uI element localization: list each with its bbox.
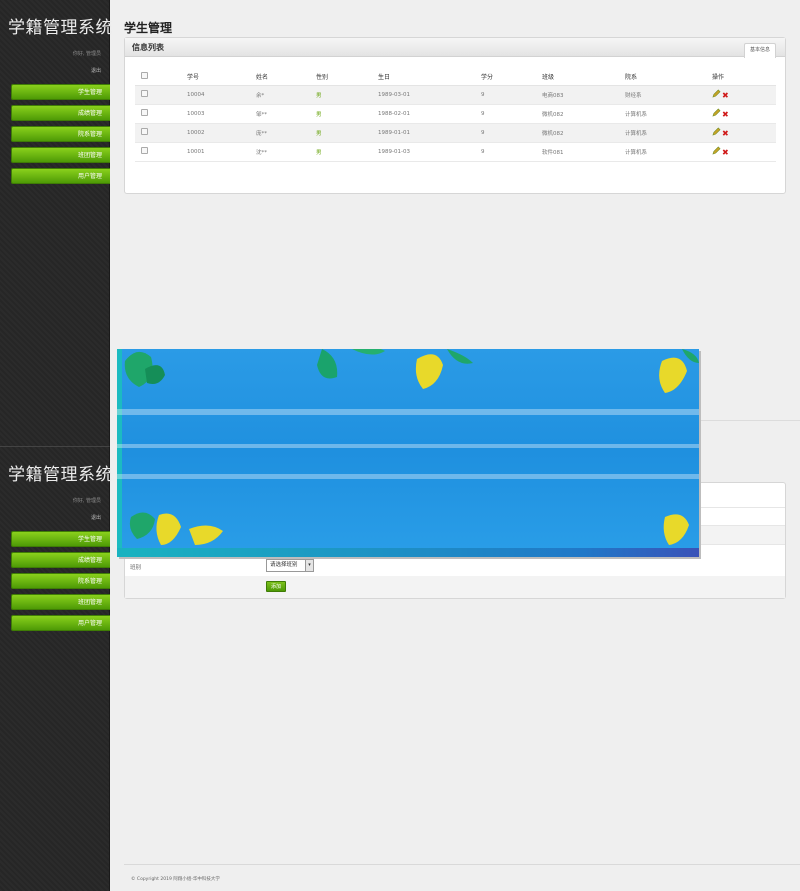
nav-item-grades[interactable]: 成绩管理 [11,105,110,121]
edit-pencil-icon[interactable] [712,127,721,136]
decorative-banner-image [117,349,699,557]
info-list-panel: 信息列表 基本信息 学号 姓名 性别 生日 学分 班级 院系 操作 10004 … [124,37,786,194]
student-id-cell: 10003 [187,104,256,124]
sidebar: 学籍管理系统 你好, 管理员 退出 学生管理 成绩管理 院系管理 班团管理 用户… [0,0,113,446]
add-button[interactable]: 添加 [266,581,287,592]
form-row-class: 班别 请选择班别 ▾ [125,557,785,576]
table-row: 10003 邹** 男 1988-02-01 9 微机082 计算机系 ✖ [135,104,776,124]
class-select-value: 请选择班别 [270,562,298,568]
edit-pencil-icon[interactable] [712,108,721,117]
row-checkbox[interactable] [141,90,148,97]
department-cell: 计算机系 [625,104,712,124]
actions-cell: ✖ [712,123,776,143]
banner-bottom-band [117,548,699,557]
column-header: 生日 [378,68,481,86]
nav-item-departments[interactable]: 院系管理 [11,573,110,589]
department-cell: 计算机系 [625,123,712,143]
divider [699,420,800,421]
sidebar-nav: 学生管理 成绩管理 院系管理 班团管理 用户管理 [0,531,110,631]
class-cell: 微机082 [542,123,625,143]
department-cell: 财经系 [625,85,712,105]
delete-icon[interactable]: ✖ [722,111,729,119]
app-title: 学籍管理系统 [8,18,113,38]
footer-copyright: © Copyright 2019 阿翔小组-华中科技大学 [131,877,220,882]
table-header-row: 学号 姓名 性别 生日 学分 班级 院系 操作 [135,68,776,86]
nav-item-classes[interactable]: 班团管理 [11,594,110,610]
delete-icon[interactable]: ✖ [722,149,729,157]
nav-item-users[interactable]: 用户管理 [11,615,110,631]
nav-item-departments[interactable]: 院系管理 [11,126,110,142]
birthday-cell: 1989-01-01 [378,123,481,143]
column-header: 姓名 [256,68,316,86]
credits-cell: 9 [481,142,542,162]
delete-icon[interactable]: ✖ [722,92,729,100]
class-cell: 软件081 [542,142,625,162]
logout-link[interactable]: 退出 [0,67,109,74]
table-row: 10001 沈** 男 1989-01-03 9 软件081 计算机系 ✖ [135,142,776,162]
table-row: 10002 庞** 男 1989-01-01 9 微机082 计算机系 ✖ [135,123,776,143]
student-id-cell: 10001 [187,142,256,162]
greeting-text: 你好, 管理员 [72,51,101,57]
column-header: 学分 [481,68,542,86]
footer-divider [124,864,800,865]
name-cell: 邹** [256,104,316,124]
student-table: 学号 姓名 性别 生日 学分 班级 院系 操作 10004 余* 男 1989-… [135,68,776,162]
name-cell: 庞** [256,123,316,143]
gender-cell: 男 [316,142,378,162]
edit-pencil-icon[interactable] [712,89,721,98]
column-header: 学号 [187,68,256,86]
name-cell: 沈** [256,142,316,162]
select-all-checkbox[interactable] [141,71,148,79]
credits-cell: 9 [481,123,542,143]
nav-item-grades[interactable]: 成绩管理 [11,552,110,568]
panel-title: 信息列表 [132,43,164,52]
chevron-down-icon: ▾ [305,560,313,571]
gender-cell: 男 [316,123,378,143]
panel-header: 信息列表 基本信息 [125,38,785,58]
sidebar-nav: 学生管理 成绩管理 院系管理 班团管理 用户管理 [0,84,110,184]
delete-icon[interactable]: ✖ [722,130,729,138]
sidebar-duplicate: 学籍管理系统 你好, 管理员 退出 学生管理 成绩管理 院系管理 班团管理 用户… [0,446,113,891]
form-row-actions: 添加 [125,576,785,598]
page-title: 学生管理 [124,21,173,35]
gender-cell: 男 [316,85,378,105]
class-select[interactable]: 请选择班别 ▾ [266,559,314,572]
class-cell: 微机082 [542,104,625,124]
column-header: 性别 [316,68,378,86]
nav-item-students[interactable]: 学生管理 [11,531,110,547]
table-row: 10004 余* 男 1989-03-01 9 电商083 财经系 ✖ [135,85,776,105]
name-cell: 余* [256,85,316,105]
credits-cell: 9 [481,85,542,105]
credits-cell: 9 [481,104,542,124]
class-cell: 电商083 [542,85,625,105]
birthday-cell: 1988-02-01 [378,104,481,124]
class-label: 班别 [130,565,142,571]
birthday-cell: 1989-01-03 [378,142,481,162]
actions-cell: ✖ [712,85,776,105]
app-title: 学籍管理系统 [8,465,113,485]
leaf-decoration-icon [117,349,699,545]
student-id-cell: 10002 [187,123,256,143]
column-header: 院系 [625,68,712,86]
greeting-text: 你好, 管理员 [72,498,101,504]
column-header: 操作 [712,68,776,86]
nav-item-students[interactable]: 学生管理 [11,84,110,100]
actions-cell: ✖ [712,142,776,162]
row-checkbox[interactable] [141,147,148,154]
nav-item-users[interactable]: 用户管理 [11,168,110,184]
tab-basic-info[interactable]: 基本信息 [743,43,776,58]
nav-item-classes[interactable]: 班团管理 [11,147,110,163]
logout-link[interactable]: 退出 [0,514,109,521]
birthday-cell: 1989-03-01 [378,85,481,105]
column-header: 班级 [542,68,625,86]
row-checkbox[interactable] [141,128,148,135]
gender-cell: 男 [316,104,378,124]
edit-pencil-icon[interactable] [712,146,721,155]
department-cell: 计算机系 [625,142,712,162]
row-checkbox[interactable] [141,109,148,116]
student-id-cell: 10004 [187,85,256,105]
actions-cell: ✖ [712,104,776,124]
